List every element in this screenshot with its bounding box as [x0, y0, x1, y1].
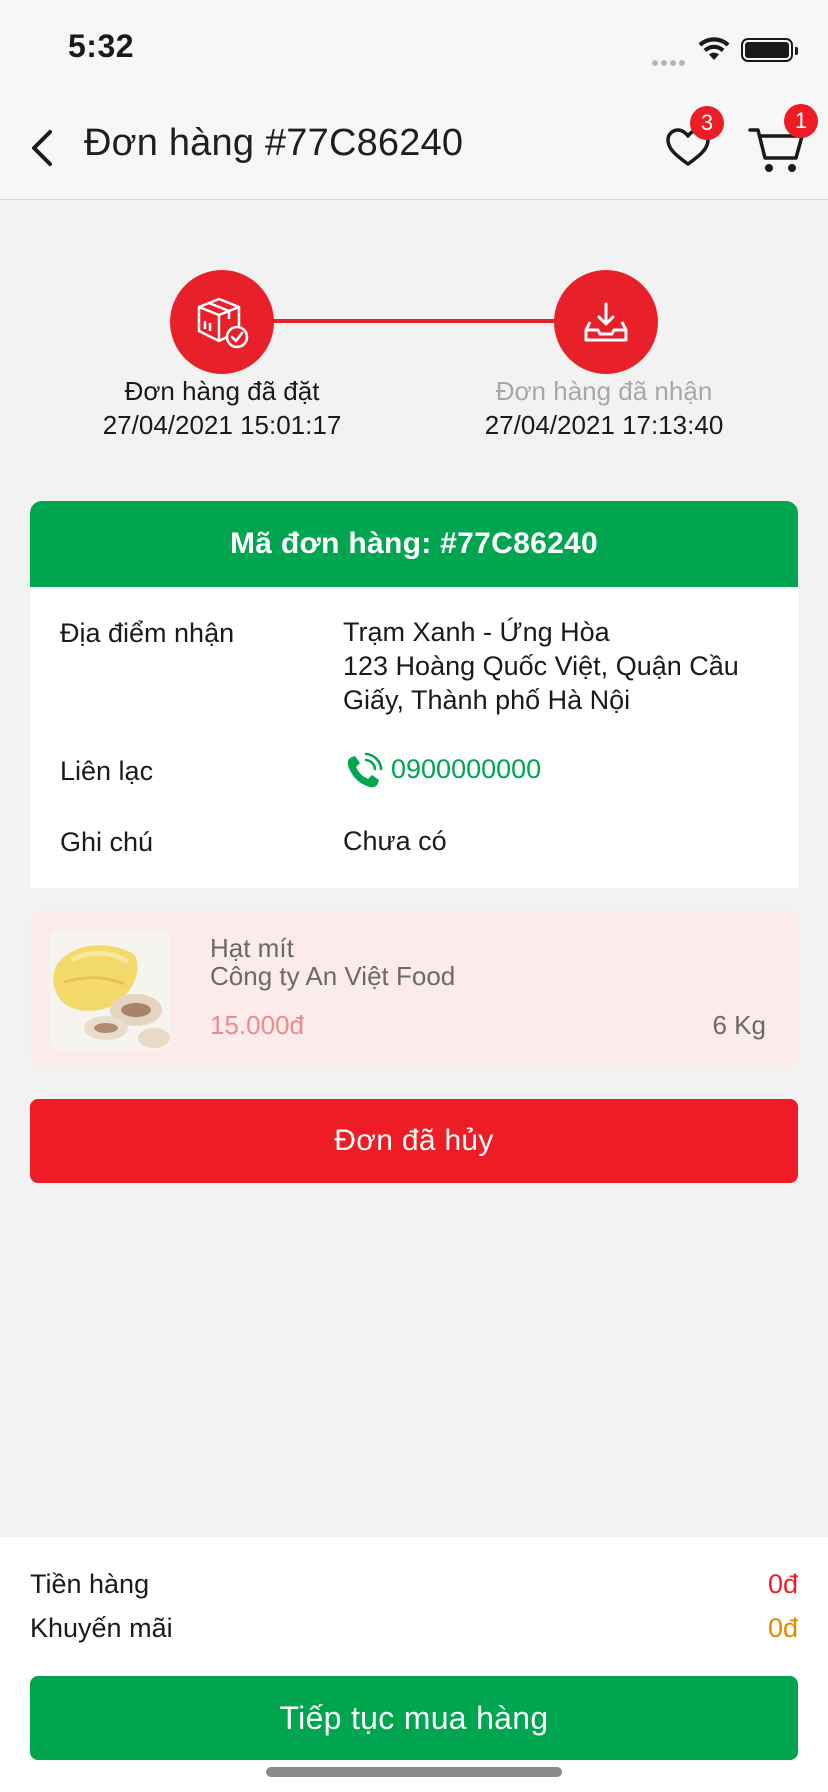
- order-placed-step: [170, 270, 274, 374]
- order-cancelled-status: Đơn đã hủy: [30, 1099, 798, 1183]
- product-vendor: Công ty An Việt Food: [210, 961, 456, 991]
- order-received-label: Đơn hàng đã nhận: [495, 376, 713, 406]
- pickup-address-line2: Giấy, Thành phố Hà Nội: [343, 685, 631, 715]
- note-label: Ghi chú: [60, 827, 154, 857]
- goods-total-value: 0đ: [767, 1569, 798, 1599]
- product-item[interactable]: Hạt mít Công ty An Việt Food 15.000đ 6 K…: [30, 910, 798, 1068]
- pickup-address-line1: 123 Hoàng Quốc Việt, Quận Cầu: [343, 651, 739, 681]
- status-bar: 5:32: [0, 0, 828, 96]
- back-button[interactable]: [26, 124, 66, 172]
- tracker-connector: [270, 319, 560, 323]
- order-placed-date: 27/04/2021 15:01:17: [102, 410, 342, 440]
- order-code-header: Mã đơn hàng: #77C86240: [30, 501, 798, 587]
- order-received-step: [554, 270, 658, 374]
- continue-shopping-button[interactable]: Tiếp tục mua hàng: [30, 1676, 798, 1760]
- status-time: 5:32: [68, 28, 135, 64]
- pickup-location-name: Trạm Xanh - Ứng Hòa: [343, 617, 610, 647]
- note-value: Chưa có: [343, 826, 447, 856]
- package-check-icon: [197, 297, 249, 349]
- inbox-download-icon: [584, 302, 628, 342]
- order-summary-panel: Tiền hàng 0đ Khuyến mãi 0đ Tiếp tục mua …: [0, 1537, 828, 1792]
- home-indicator: [266, 1767, 562, 1777]
- battery-icon: [741, 38, 798, 62]
- chevron-left-icon: [32, 130, 52, 166]
- order-detail-screen: 5:32 Đơn hàng #77C86240 3 1 Đơn hàng đã …: [0, 0, 828, 1792]
- order-placed-label: Đơn hàng đã đặt: [124, 376, 320, 406]
- wifi-icon: [698, 36, 730, 67]
- order-info-card: Mã đơn hàng: #77C86240 Địa điểm nhận Trạ…: [30, 501, 798, 888]
- page-title: Đơn hàng #77C86240: [84, 122, 464, 164]
- contact-phone-link[interactable]: 0900000000: [391, 752, 541, 786]
- cart-count-badge: 1: [784, 104, 818, 138]
- promotion-value: 0đ: [767, 1613, 798, 1643]
- phone-icon: [347, 752, 383, 788]
- product-quantity: 6 Kg: [712, 1010, 767, 1040]
- promotion-label: Khuyến mãi: [30, 1613, 173, 1643]
- goods-total-label: Tiền hàng: [30, 1569, 150, 1599]
- contact-label: Liên lạc: [60, 756, 154, 786]
- product-name: Hạt mít: [210, 933, 294, 963]
- pickup-location-label: Địa điểm nhận: [60, 618, 235, 648]
- product-price: 15.000đ: [210, 1010, 304, 1040]
- order-received-date: 27/04/2021 17:13:40: [484, 410, 724, 440]
- favorites-count-badge: 3: [690, 106, 724, 140]
- product-image: [50, 930, 170, 1050]
- cellular-signal-icon: [652, 53, 688, 71]
